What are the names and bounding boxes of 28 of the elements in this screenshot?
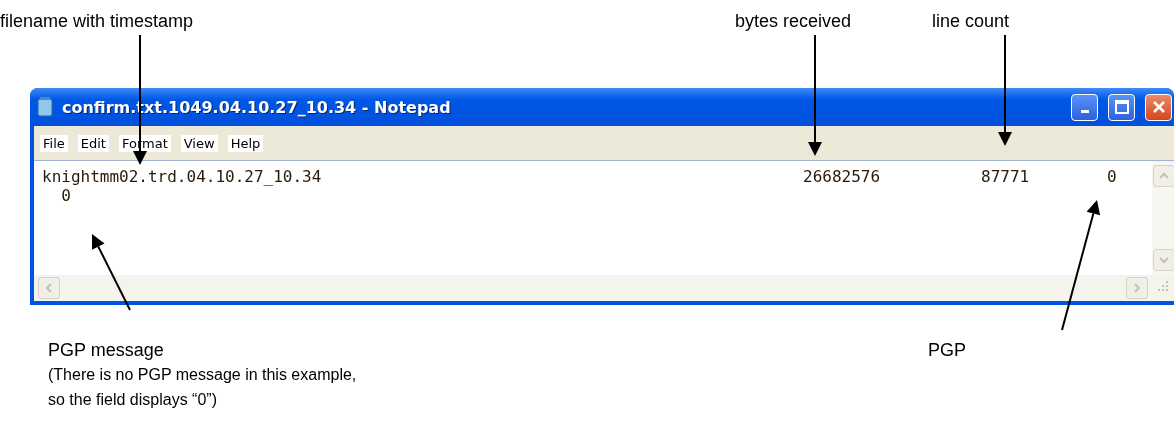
close-button[interactable] (1145, 93, 1172, 121)
annotation-label: line count (932, 10, 1011, 32)
vertical-scrollbar[interactable] (1152, 161, 1174, 275)
annotation-label: PGP message (48, 339, 164, 361)
left-chevron-icon (43, 282, 55, 294)
annotation-label: so the field displays “0”) (48, 390, 217, 410)
maximize-button[interactable] (1108, 93, 1135, 121)
annotation-label: bytes received (735, 10, 853, 32)
notepad-icon (36, 97, 54, 117)
minimize-icon (1080, 109, 1089, 113)
text-value: knightmm02.trd.04.10.27_10.34 (42, 167, 323, 186)
maximize-icon (1113, 99, 1130, 115)
menu-item[interactable]: Help (227, 134, 264, 152)
minimize-button[interactable] (1071, 93, 1098, 121)
text-value: 87771 (981, 167, 1031, 186)
text-value: 0 (60, 186, 72, 205)
close-icon (1150, 99, 1167, 115)
right-chevron-icon (1131, 282, 1143, 294)
text-value: 0 (1107, 167, 1118, 186)
horizontal-scrollbar[interactable] (34, 275, 1152, 301)
annotation-label: PGP (928, 339, 966, 361)
text-value: 26682576 (803, 167, 882, 186)
annotation-label: filename with timestamp (0, 10, 195, 32)
down-chevron-icon (1158, 254, 1170, 266)
menu-item[interactable]: File (40, 134, 68, 152)
menu-item[interactable]: View (180, 134, 218, 152)
menu-item[interactable]: Edit (77, 134, 109, 152)
annotation-label: (There is no PGP message in this example, (48, 365, 357, 385)
